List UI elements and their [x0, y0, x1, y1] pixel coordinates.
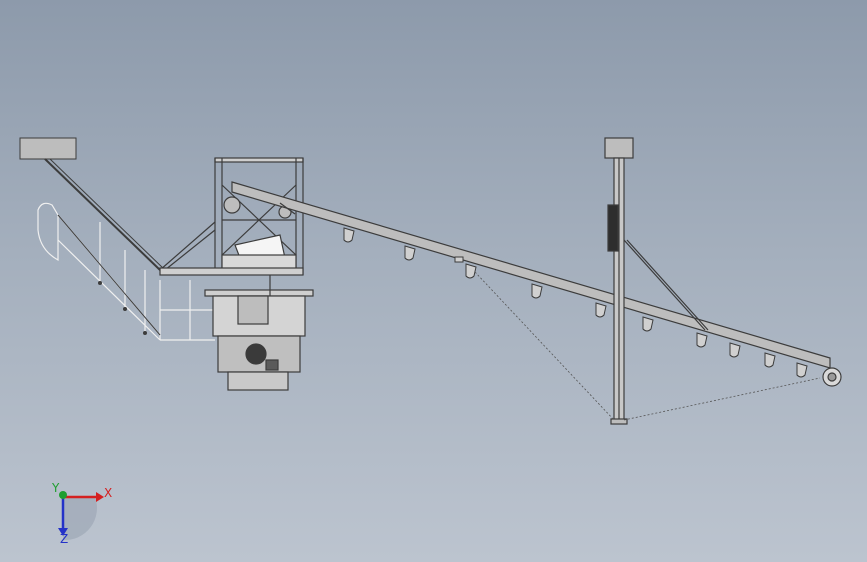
boom-idlers — [343, 227, 808, 378]
central-tower[interactable] — [159, 157, 304, 276]
x-axis-label: X — [104, 486, 112, 500]
left-walkway-assembly[interactable] — [19, 137, 215, 341]
y-axis-label: Y — [51, 481, 60, 495]
coordinate-triad: X Y Z — [51, 481, 112, 546]
main-boom[interactable] — [231, 181, 842, 387]
slewing-drive[interactable] — [204, 275, 314, 391]
right-anchor-block — [604, 137, 634, 159]
stacker-drawing: X Y Z — [19, 137, 842, 546]
right-mast[interactable] — [604, 137, 709, 425]
left-anchor-block — [19, 137, 77, 160]
z-axis-label: Z — [60, 532, 68, 546]
cad-viewport[interactable]: X Y Z — [0, 0, 867, 562]
